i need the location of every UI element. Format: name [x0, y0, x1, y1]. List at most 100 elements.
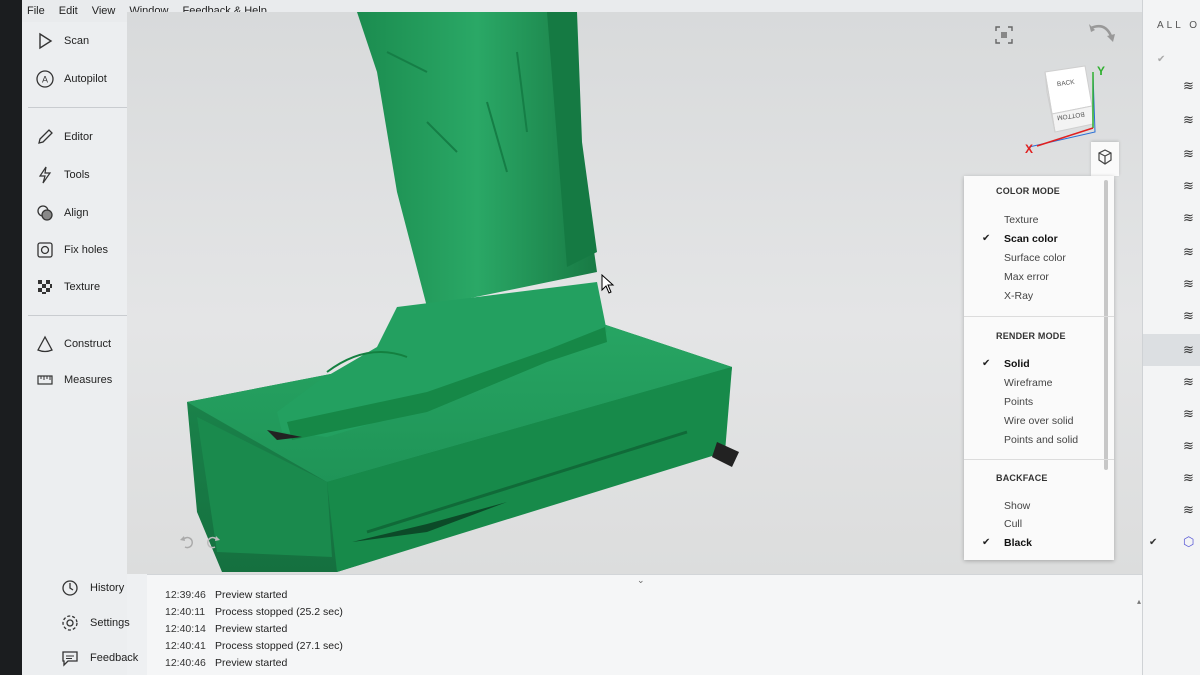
cube-icon: ⬡ — [1183, 534, 1195, 549]
sidebar-item-label: Measures — [64, 374, 113, 386]
app-window: File Edit View Window Feedback & Help Sc… — [22, 0, 1200, 675]
sidebar-item-autopilot[interactable]: A Autopilot — [22, 64, 127, 94]
sidebar-item-scan[interactable]: Scan — [22, 26, 127, 56]
menu-view[interactable]: View — [92, 5, 116, 17]
option-surface-color[interactable]: Surface color — [1004, 252, 1066, 264]
gear-icon — [60, 613, 80, 633]
layer-row[interactable]: ≋E — [1143, 170, 1200, 202]
render-mode-heading: RENDER MODE — [996, 331, 1066, 341]
log-entry: 12:40:14 Preview started — [165, 623, 288, 635]
sidebar-item-label: Construct — [64, 338, 112, 350]
sidebar-divider — [28, 315, 128, 316]
play-icon — [34, 30, 56, 52]
dropdown-scrollbar[interactable] — [1104, 180, 1108, 470]
log-entry: 12:40:11 Process stopped (25.2 sec) — [165, 606, 343, 618]
option-texture[interactable]: Texture — [1004, 214, 1038, 226]
layers-icon: ≋ — [1183, 342, 1194, 357]
option-solid[interactable]: Solid — [1004, 358, 1030, 370]
layers-icon: ≋ — [1183, 244, 1194, 259]
lightning-icon — [34, 164, 56, 186]
layer-row[interactable]: ≋E — [1143, 494, 1200, 526]
sidebar-item-label: Scan — [64, 35, 90, 47]
layers-icon: ≋ — [1183, 112, 1194, 127]
mouse-cursor — [601, 273, 615, 299]
ruler-icon — [34, 369, 56, 391]
option-wire-over-solid[interactable]: Wire over solid — [1004, 415, 1073, 427]
layers-icon: ≋ — [1183, 308, 1194, 323]
log-entry: 12:40:41 Process stopped (27.1 sec) — [165, 640, 343, 652]
layer-row[interactable]: ≋E — [1143, 202, 1200, 234]
sidebar-item-measures[interactable]: Measures — [22, 365, 127, 395]
layer-row[interactable]: ≋E — [1143, 70, 1200, 102]
option-black[interactable]: Black — [1004, 537, 1032, 549]
check-icon: ✔ — [982, 358, 991, 369]
layers-header: ALL O — [1157, 20, 1200, 31]
sidebar-item-editor[interactable]: Editor — [22, 122, 127, 152]
check-icon: ✔ — [982, 233, 991, 244]
layers-icon: ≋ — [1183, 438, 1194, 453]
layer-row[interactable]: ≋E — [1143, 334, 1200, 366]
menu-file[interactable]: File — [27, 5, 45, 17]
layer-row[interactable]: ≋E — [1143, 300, 1200, 332]
history-icon — [60, 578, 80, 598]
fit-view-icon[interactable] — [995, 26, 1013, 49]
layer-row[interactable]: ≋E — [1143, 268, 1200, 300]
sidebar-item-feedback[interactable]: Feedback — [22, 644, 147, 672]
sidebar-item-align[interactable]: Align — [22, 198, 127, 228]
align-icon — [34, 202, 56, 224]
layer-row-final[interactable]: ✔ ⬡F — [1143, 526, 1200, 558]
layers-icon: ≋ — [1183, 276, 1194, 291]
sidebar-item-label: Editor — [64, 131, 93, 143]
collapse-log-icon[interactable]: ⌄ — [637, 575, 645, 586]
log-entry: 12:39:46 Preview started — [165, 589, 288, 601]
layers-icon: ≋ — [1183, 502, 1194, 517]
sidebar-item-label: Feedback — [90, 652, 139, 664]
option-cull[interactable]: Cull — [1004, 518, 1022, 530]
layer-row[interactable]: ≋E — [1143, 236, 1200, 268]
sidebar-item-texture[interactable]: Texture — [22, 272, 127, 302]
sidebar-item-label: Fix holes — [64, 244, 109, 256]
sidebar-item-history[interactable]: History — [22, 574, 147, 602]
layers-panel: ALL O ✔ ≋E ≋E ≋E ≋E ≋E ≋E ≋E ≋E ≋E ≋E ≋E… — [1142, 0, 1200, 675]
sidebar-item-label: Texture — [64, 281, 101, 293]
undo-icon[interactable] — [179, 534, 195, 555]
sidebar-divider — [28, 107, 128, 108]
option-scan-color[interactable]: Scan color — [1004, 233, 1058, 245]
option-points[interactable]: Points — [1004, 396, 1033, 408]
texture-icon — [34, 276, 56, 298]
sidebar-item-label: Tools — [64, 169, 90, 181]
chat-icon — [60, 648, 80, 668]
sidebar-item-tools[interactable]: Tools — [22, 160, 127, 190]
sidebar-item-fix-holes[interactable]: Fix holes — [22, 235, 127, 265]
sidebar-item-settings[interactable]: Settings — [22, 609, 147, 637]
fix-holes-icon — [34, 239, 56, 261]
display-mode-button[interactable] — [1091, 142, 1119, 176]
layer-row[interactable]: ≋E — [1143, 104, 1200, 136]
color-mode-heading: COLOR MODE — [996, 186, 1060, 196]
menu-edit[interactable]: Edit — [59, 5, 78, 17]
layers-icon: ≋ — [1183, 374, 1194, 389]
layer-row[interactable]: ≋E — [1143, 430, 1200, 462]
check-icon: ✔ — [1149, 536, 1158, 548]
sidebar-item-label: Settings — [90, 617, 130, 629]
check-all-icon[interactable]: ✔ — [1157, 54, 1165, 65]
sidebar-item-construct[interactable]: Construct — [22, 329, 127, 359]
option-max-error[interactable]: Max error — [1004, 271, 1049, 283]
option-x-ray[interactable]: X-Ray — [1004, 290, 1033, 302]
layer-row[interactable]: ≋E — [1143, 366, 1200, 398]
redo-icon[interactable] — [205, 534, 221, 555]
log-scrollbar[interactable]: ▴ — [1137, 597, 1141, 606]
option-points-and-solid[interactable]: Points and solid — [1004, 434, 1078, 446]
layer-row[interactable]: ≋E — [1143, 138, 1200, 170]
layer-row[interactable]: ≋E — [1143, 398, 1200, 430]
option-show[interactable]: Show — [1004, 500, 1030, 512]
sidebar-item-label: History — [90, 582, 125, 594]
dropdown-divider — [964, 316, 1114, 317]
layer-row[interactable]: ≋E — [1143, 462, 1200, 494]
option-wireframe[interactable]: Wireframe — [1004, 377, 1052, 389]
layers-icon: ≋ — [1183, 78, 1194, 93]
rotate-view-icon[interactable] — [1087, 22, 1117, 63]
sidebar-item-label: Autopilot — [64, 73, 107, 85]
pencil-icon — [34, 126, 56, 148]
layers-icon: ≋ — [1183, 210, 1194, 225]
